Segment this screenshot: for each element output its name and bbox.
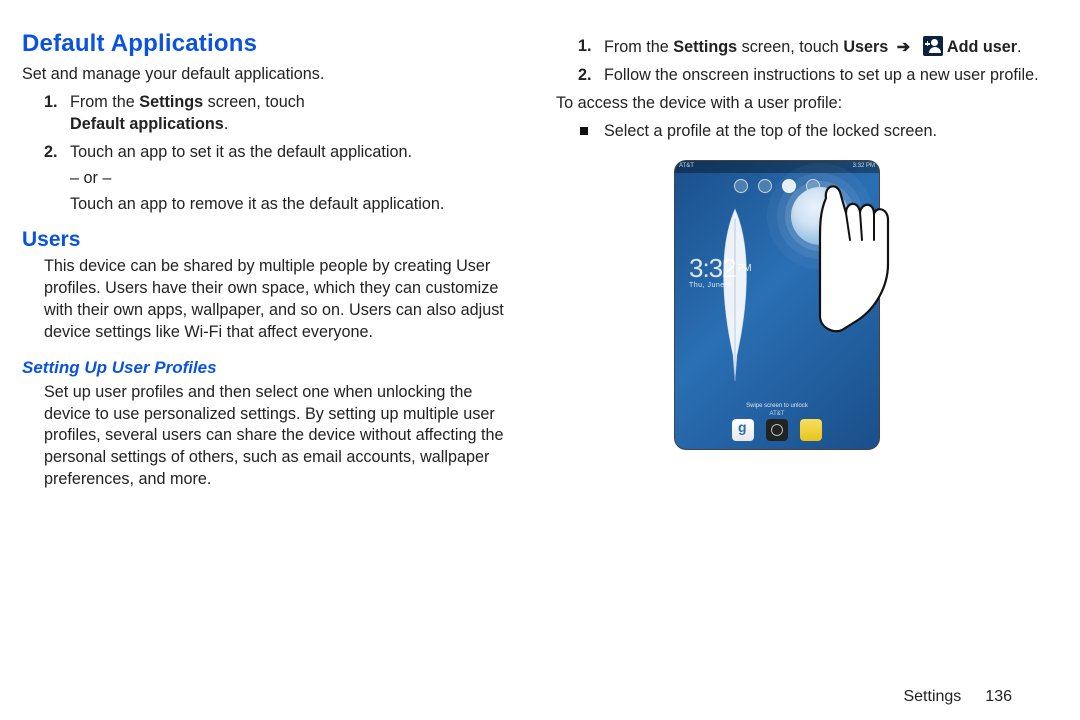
step-1: 1. From the Settings screen, touch Defau… [44, 92, 518, 136]
square-bullet-icon [580, 127, 588, 135]
bullet-select-profile: Select a profile at the top of the locke… [578, 121, 1052, 143]
unlock-hint: Swipe screen to unlock [675, 403, 879, 409]
page-footer: Settings 136 [22, 688, 1052, 706]
carrier-label: AT&T [675, 411, 879, 417]
footer-page-number: 136 [985, 688, 1012, 706]
note-app-icon [800, 419, 822, 441]
heading-default-applications: Default Applications [22, 30, 518, 58]
app-dock [675, 419, 879, 441]
step-2: 2. Touch an app to set it as the default… [44, 142, 518, 164]
footer-section: Settings [903, 688, 961, 706]
status-carrier: AT&T [679, 163, 694, 171]
users-body: This device can be shared by multiple pe… [44, 256, 518, 343]
heading-users: Users [22, 228, 518, 252]
google-app-icon [732, 419, 754, 441]
right-column: 1. From the Settings screen, touch Users… [556, 30, 1052, 684]
step-number: 2. [44, 142, 58, 164]
hand-pointer-icon [806, 168, 946, 338]
left-column: Default Applications Set and manage your… [22, 30, 518, 684]
access-intro: To access the device with a user profile… [556, 93, 1052, 115]
step-number: 2. [578, 65, 592, 87]
lockscreen-time: 3:32PM Thu, June 5 [689, 253, 751, 289]
alt-step: Touch an app to remove it as the default… [70, 194, 518, 216]
lockscreen-date: Thu, June 5 [689, 282, 751, 289]
intro-text: Set and manage your default applications… [22, 64, 518, 86]
arrow-icon: ➔ [892, 38, 915, 56]
feather-icon [705, 205, 765, 385]
profile-avatar [734, 179, 748, 193]
right-step-1: 1. From the Settings screen, touch Users… [578, 36, 1052, 59]
add-user-icon [923, 36, 943, 56]
profile-avatar-active [782, 179, 796, 193]
step-number: 1. [44, 92, 58, 114]
heading-setting-up-user-profiles: Setting Up User Profiles [22, 358, 518, 378]
right-step-2: 2. Follow the onscreen instructions to s… [578, 65, 1052, 87]
lockscreen-illustration: AT&T 3:32 PM 3:32PM [674, 160, 934, 460]
profiles-body: Set up user profiles and then select one… [44, 382, 518, 491]
step-number: 1. [578, 36, 592, 58]
profile-avatar [758, 179, 772, 193]
camera-app-icon [766, 419, 788, 441]
or-divider: – or – [70, 169, 518, 188]
